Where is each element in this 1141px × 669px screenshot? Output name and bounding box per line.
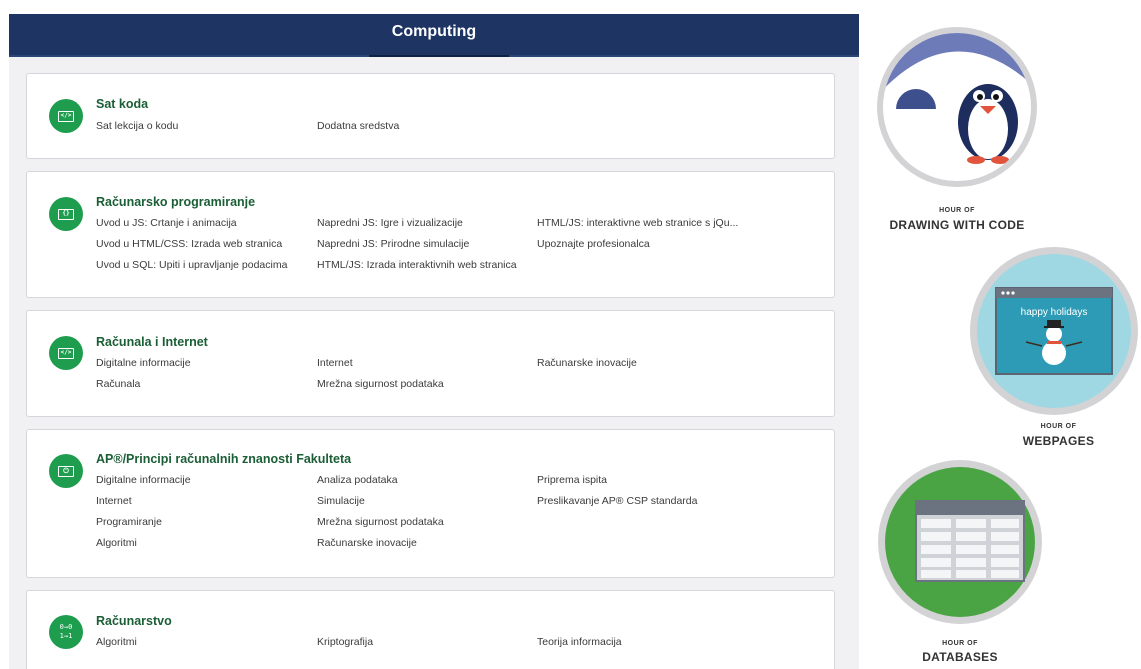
badge-label-small: HOUR OF [939, 207, 975, 214]
code-window-icon: </> [49, 336, 83, 370]
database-table-icon[interactable] [878, 459, 1042, 625]
course-card-ap-principi: ⏻ AP®/Principi računalnih znanosti Fakul… [26, 429, 835, 578]
course-link[interactable]: Analiza podataka [317, 474, 398, 486]
card-title[interactable]: Računala i Internet [96, 335, 208, 349]
code-window-icon: </> [49, 99, 83, 133]
course-link[interactable]: Algoritmi [96, 537, 137, 549]
course-card-sat-koda: </> Sat koda Sat lekcija o kodu Dodatna … [26, 73, 835, 159]
computing-panel: Computing </> Sat koda Sat lekcija o kod… [9, 14, 859, 669]
course-link[interactable]: Mrežna sigurnost podataka [317, 516, 444, 528]
course-link[interactable]: Računarske inovacije [317, 537, 417, 549]
course-link[interactable]: Digitalne informacije [96, 357, 191, 369]
course-link[interactable]: Algoritmi [96, 636, 137, 648]
braces-window-icon: {} [49, 197, 83, 231]
badge-label[interactable]: DATABASES [878, 650, 1042, 664]
course-link[interactable]: HTML/JS: interaktivne web stranice s jQu… [537, 217, 738, 229]
badge-label-small: HOUR OF [1040, 423, 1077, 430]
course-link[interactable]: Uvod u JS: Crtanje i animacija [96, 217, 237, 229]
course-link[interactable]: Računala [96, 378, 140, 390]
card-title[interactable]: AP®/Principi računalnih znanosti Fakulte… [96, 452, 351, 466]
course-link[interactable]: Upoznajte profesionalca [537, 238, 650, 250]
course-link[interactable]: Teorija informacija [537, 636, 622, 648]
course-link[interactable]: Uvod u SQL: Upiti i upravljanje podacima [96, 259, 287, 271]
badge-label[interactable]: WEBPAGES [976, 434, 1141, 448]
badge-label[interactable]: DRAWING WITH CODE [876, 218, 1038, 232]
badge-label-small: HOUR OF [942, 640, 978, 647]
course-link[interactable]: Sat lekcija o kodu [96, 120, 178, 132]
course-card-programiranje: {} Računarsko programiranje Uvod u JS: C… [26, 171, 835, 298]
page-header: Computing [9, 14, 859, 57]
course-link[interactable]: Internet [317, 357, 353, 369]
course-link[interactable]: Dodatna sredstva [317, 120, 399, 132]
page-title: Computing [391, 23, 477, 40]
card-title[interactable]: Računarsko programiranje [96, 195, 255, 209]
course-link[interactable]: Programiranje [96, 516, 162, 528]
course-link[interactable]: Napredni JS: Igre i vizualizacije [317, 217, 463, 229]
course-link[interactable]: Internet [96, 495, 132, 507]
penguin-icon[interactable] [876, 14, 1038, 200]
course-link[interactable]: Priprema ispita [537, 474, 607, 486]
course-card-racunarstvo: 0→0 1→1 Računarstvo Algoritmi Kriptografi… [26, 590, 835, 669]
course-card-racunala-internet: </> Računala i Internet Digitalne inform… [26, 310, 835, 417]
course-link[interactable]: HTML/JS: Izrada interaktivnih web strani… [317, 259, 517, 271]
course-link[interactable]: Uvod u HTML/CSS: Izrada web stranica [96, 238, 282, 250]
course-link[interactable]: Napredni JS: Prirodne simulacije [317, 238, 469, 250]
course-link[interactable]: Mrežna sigurnost podataka [317, 378, 444, 390]
course-link[interactable]: Simulacije [317, 495, 365, 507]
snowman-webpage-icon[interactable]: happy holidays [958, 246, 1141, 416]
card-title[interactable]: Računarstvo [96, 614, 172, 628]
card-title[interactable]: Sat koda [96, 97, 148, 111]
binary-icon: 0→0 1→1 [49, 615, 83, 649]
course-link[interactable]: Računarske inovacije [537, 357, 637, 369]
power-window-icon: ⏻ [49, 454, 83, 488]
course-link[interactable]: Kriptografija [317, 636, 373, 648]
course-link[interactable]: Preslikavanje AP® CSP standarda [537, 495, 697, 507]
course-link[interactable]: Digitalne informacije [96, 474, 191, 486]
screen-text: happy holidays [1021, 307, 1088, 318]
